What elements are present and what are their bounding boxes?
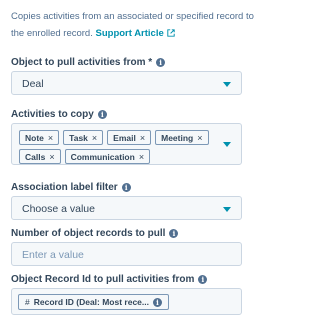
object-to-pull-value: Deal: [22, 78, 44, 90]
association-filter-label-text: Association label filter: [11, 182, 118, 193]
chip-email[interactable]: Email ×: [107, 130, 152, 145]
chip-label: Calls: [25, 151, 46, 162]
remove-icon[interactable]: ×: [140, 133, 145, 143]
info-icon[interactable]: i: [121, 183, 131, 192]
activities-multiselect[interactable]: Note × Task × Email × Meeting × Calls × Commu…: [11, 123, 242, 165]
activities-to-copy-label-text: Activities to copy: [11, 109, 94, 120]
chip-label: Communication: [70, 151, 135, 162]
chip-row: Note × Task × Email × Meeting ×: [19, 130, 224, 145]
object-to-pull-select[interactable]: Deal: [11, 71, 242, 95]
chip-container: Note × Task × Email × Meeting × Calls × Commu…: [19, 130, 224, 168]
hash-icon: #: [25, 297, 30, 307]
chip-label: Email: [113, 132, 136, 143]
copy-activities-panel: Copies activities from an associated or …: [0, 0, 264, 321]
association-filter-label: Association label filter i: [11, 182, 131, 193]
object-to-pull-label: Object to pull activities from * i: [11, 57, 166, 68]
chevron-down-icon[interactable]: [223, 142, 231, 147]
action-description: Copies activities from an associated or …: [11, 8, 259, 42]
num-records-label: Number of object records to pull i: [11, 228, 179, 239]
external-link-icon[interactable]: [167, 29, 175, 37]
remove-icon[interactable]: ×: [92, 133, 97, 143]
association-filter-placeholder: Choose a value: [22, 203, 95, 215]
association-filter-select[interactable]: Choose a value: [11, 196, 242, 220]
chip-note[interactable]: Note ×: [19, 130, 60, 145]
remove-icon[interactable]: ×: [48, 133, 53, 143]
num-records-placeholder: Enter a value: [22, 249, 84, 261]
chevron-down-icon[interactable]: [223, 207, 231, 212]
record-id-token[interactable]: # Record ID (Deal: Most rece... i: [18, 294, 169, 310]
info-icon[interactable]: i: [153, 297, 162, 307]
chip-communication[interactable]: Communication ×: [64, 149, 151, 164]
record-id-label-text: Object Record Id to pull activities from: [11, 274, 195, 285]
object-to-pull-label-text: Object to pull activities from *: [11, 57, 153, 68]
info-icon[interactable]: i: [198, 275, 208, 284]
remove-icon[interactable]: ×: [139, 152, 144, 162]
chevron-down-icon[interactable]: [223, 82, 231, 87]
record-id-label: Object Record Id to pull activities from…: [11, 274, 208, 285]
info-icon[interactable]: i: [169, 229, 179, 238]
chip-label: Note: [25, 132, 44, 143]
chip-task[interactable]: Task ×: [63, 130, 104, 145]
num-records-input[interactable]: Enter a value: [11, 242, 242, 266]
activities-to-copy-label: Activities to copy i: [11, 109, 107, 120]
record-id-input[interactable]: # Record ID (Deal: Most rece... i: [11, 288, 242, 315]
chip-label: Meeting: [161, 132, 194, 143]
chip-calls[interactable]: Calls ×: [19, 149, 61, 164]
remove-icon[interactable]: ×: [49, 152, 54, 162]
chip-row: Calls × Communication ×: [19, 149, 224, 164]
chip-meeting[interactable]: Meeting ×: [155, 130, 209, 145]
record-id-token-label: Record ID (Deal: Most rece...: [33, 297, 149, 307]
info-icon[interactable]: i: [156, 58, 166, 67]
remove-icon[interactable]: ×: [197, 133, 202, 143]
support-article-link[interactable]: Support Article: [96, 28, 175, 39]
chip-label: Task: [69, 132, 88, 143]
support-article-link-text[interactable]: Support Article: [96, 28, 164, 39]
num-records-label-text: Number of object records to pull: [11, 228, 166, 239]
info-icon[interactable]: i: [97, 110, 107, 119]
